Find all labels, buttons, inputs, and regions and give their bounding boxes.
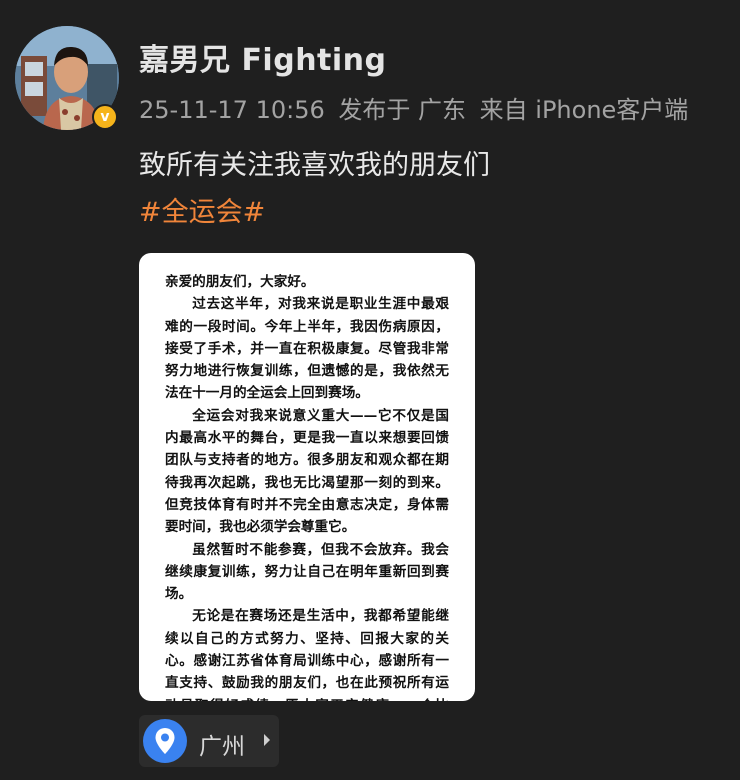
letter-image[interactable]: 亲爱的朋友们，大家好。 过去这半年，对我来说是职业生涯中最艰难的一段时间。今年上… (139, 253, 475, 701)
letter-text: 亲爱的朋友们，大家好。 过去这半年，对我来说是职业生涯中最艰难的一段时间。今年上… (165, 271, 449, 701)
letter-salutation: 亲爱的朋友们，大家好。 (165, 274, 315, 290)
letter-paragraph: 虽然暂时不能参赛，但我不会放弃。我会继续康复训练，努力让自己在明年重新回到赛场。 (165, 541, 449, 603)
verified-badge-icon: v (92, 104, 118, 130)
post-meta: 25-11-17 10:56 发布于 广东 来自 iPhone客户端 (139, 90, 694, 125)
letter-paragraph: 全运会对我来说意义重大——它不仅是国内最高水平的舞台，更是我一直以来想要回馈团队… (165, 407, 449, 536)
location-pin-icon (143, 719, 187, 763)
post-source: 来自 iPhone客户端 (479, 96, 689, 124)
hashtag-link[interactable]: #全运会# (139, 190, 265, 229)
letter-paragraph: 无论是在赛场还是生活中，我都希望能继续以自己的方式努力、坚持、回报大家的关心。感… (165, 608, 449, 701)
username[interactable]: 嘉男兄 Fighting (139, 35, 387, 79)
location-label: 广州 (199, 734, 245, 760)
post-location-published: 发布于 广东 (338, 96, 467, 124)
post-text: 致所有关注我喜欢我的朋友们 (139, 150, 490, 181)
chevron-right-icon (264, 734, 270, 746)
letter-paragraph: 过去这半年，对我来说是职业生涯中最艰难的一段时间。今年上半年，我因伤病原因，接受… (165, 296, 449, 402)
location-chip[interactable]: 广州 (139, 715, 279, 767)
post-timestamp: 25-11-17 10:56 (139, 96, 325, 124)
